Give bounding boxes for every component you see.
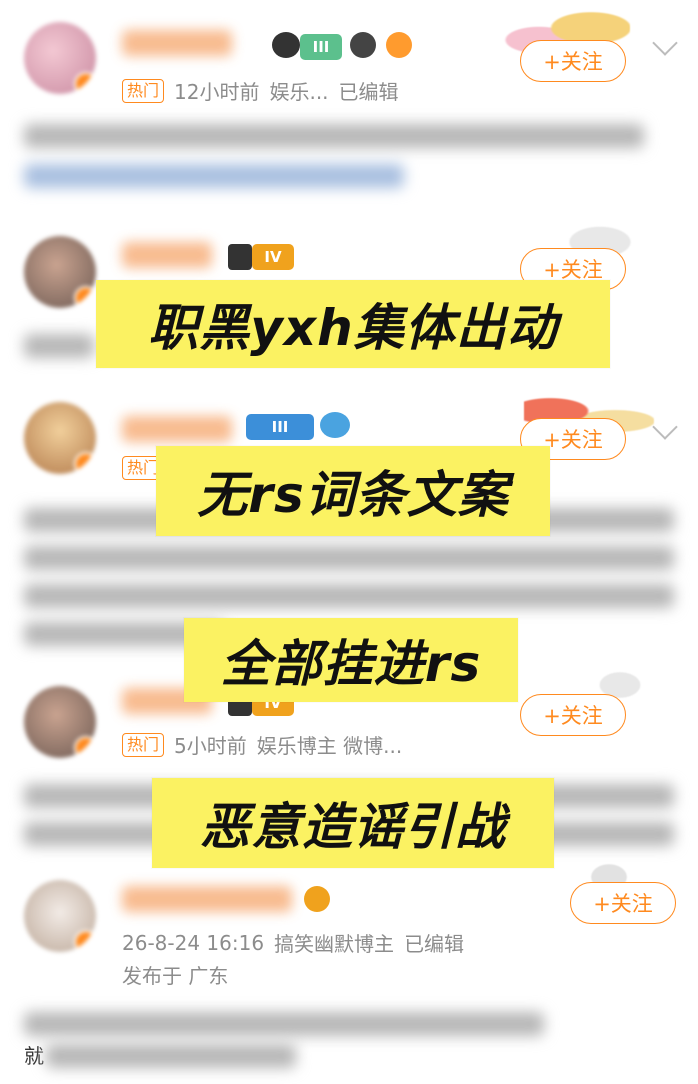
post-category: 娱乐博主 微博... bbox=[256, 734, 403, 758]
post-category: 搞笑幽默博主 bbox=[274, 932, 395, 956]
post-category: 娱乐... bbox=[269, 80, 329, 104]
post-time: 12小时前 bbox=[174, 80, 260, 104]
caption-line-3: 全部挂进rs bbox=[184, 618, 518, 702]
edited-label: 已编辑 bbox=[404, 932, 465, 956]
crown-badge-icon bbox=[304, 886, 330, 912]
post-body-blurred bbox=[46, 1044, 296, 1068]
post-body-blurred bbox=[24, 546, 674, 570]
follow-button[interactable]: +关注 bbox=[570, 882, 676, 924]
username-blurred[interactable] bbox=[122, 886, 292, 912]
fish-icon bbox=[386, 32, 412, 58]
crown-icon bbox=[228, 244, 252, 270]
level-badge: III bbox=[300, 34, 342, 60]
post-body-blurred bbox=[24, 334, 94, 358]
edited-label: 已编辑 bbox=[338, 80, 399, 104]
avatar[interactable] bbox=[24, 686, 96, 758]
username-blurred[interactable] bbox=[122, 242, 212, 268]
follow-button[interactable]: +关注 bbox=[520, 40, 626, 82]
chevron-down-icon[interactable] bbox=[652, 30, 678, 56]
post-meta: 热门 5小时前 娱乐博主 微博... bbox=[122, 730, 402, 759]
post-body-blurred bbox=[24, 1012, 544, 1036]
follow-button[interactable]: +关注 bbox=[520, 694, 626, 736]
level-badge: IV bbox=[252, 244, 294, 270]
post-body-start: 就 bbox=[24, 1044, 44, 1068]
post-location: 发布于 广东 bbox=[122, 964, 229, 988]
post-body-blurred bbox=[24, 124, 644, 148]
chevron-down-icon[interactable] bbox=[652, 414, 678, 440]
post-body-blurred bbox=[24, 584, 674, 608]
panda-badge-icon bbox=[272, 32, 300, 58]
post-body-blurred bbox=[24, 164, 404, 188]
post-time: 5小时前 bbox=[174, 734, 247, 758]
post-time: 26-8-24 16:16 bbox=[122, 930, 265, 955]
username-blurred[interactable] bbox=[122, 30, 232, 56]
post-meta: 热门 12小时前 娱乐... 已编辑 bbox=[122, 76, 399, 105]
username-blurred[interactable] bbox=[122, 416, 232, 442]
avatar[interactable] bbox=[24, 236, 96, 308]
caption-line-2: 无rs词条文案 bbox=[156, 446, 550, 536]
hot-tag: 热门 bbox=[122, 732, 165, 757]
panda-icon bbox=[350, 32, 376, 58]
avatar[interactable] bbox=[24, 22, 96, 94]
hot-tag: 热门 bbox=[122, 78, 165, 103]
post-meta: 26-8-24 16:16 搞笑幽默博主 已编辑 bbox=[122, 928, 464, 957]
avatar[interactable] bbox=[24, 402, 96, 474]
level-badge: III bbox=[246, 414, 314, 440]
caption-line-4: 恶意造谣引战 bbox=[152, 778, 554, 868]
caption-line-1: 职黑yxh集体出动 bbox=[96, 280, 610, 368]
shark-icon bbox=[320, 412, 350, 438]
avatar[interactable] bbox=[24, 880, 96, 952]
